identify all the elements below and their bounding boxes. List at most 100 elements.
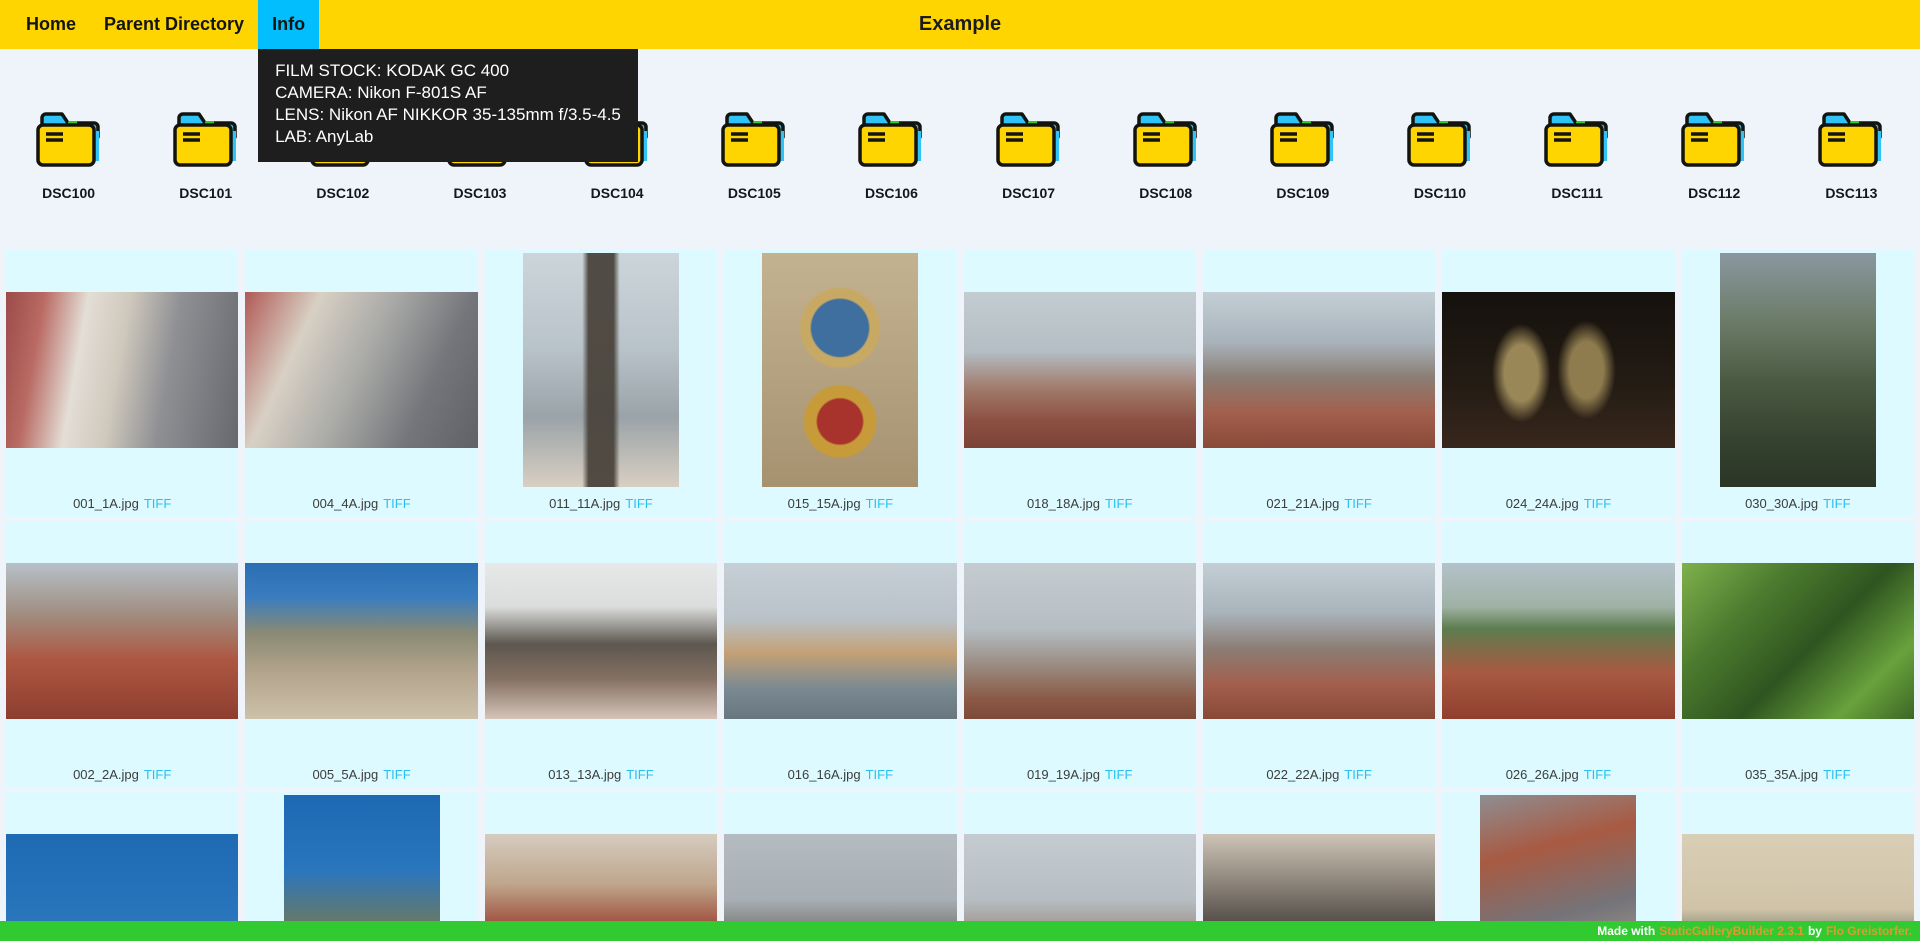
tiff-link[interactable]: TIFF — [144, 496, 171, 511]
folder-item-dsc110[interactable]: DSC110 — [1371, 105, 1508, 201]
photo-filename-link[interactable]: 011_11A.jpg — [549, 496, 620, 511]
tiff-link[interactable]: TIFF — [383, 496, 410, 511]
folder-item-dsc105[interactable]: DSC105 — [686, 105, 823, 201]
folder-item-dsc101[interactable]: DSC101 — [137, 105, 274, 201]
folder-label: DSC111 — [1551, 185, 1602, 201]
photo-caption: 004_4A.jpg TIFF — [312, 490, 410, 517]
gallery-cell: 024_24A.jpg TIFF — [1442, 250, 1674, 517]
folder-label: DSC103 — [454, 185, 507, 201]
folder-item-dsc100[interactable]: DSC100 — [0, 105, 137, 201]
folder-item-dsc106[interactable]: DSC106 — [823, 105, 960, 201]
folder-item-dsc108[interactable]: DSC108 — [1097, 105, 1234, 201]
gallery-cell: 013_13A.jpg TIFF — [485, 521, 717, 788]
folder-icon — [1268, 105, 1338, 171]
folder-label: DSC113 — [1825, 185, 1877, 201]
photo-thumbnail[interactable] — [1203, 563, 1435, 719]
photo-thumbnail[interactable] — [485, 563, 717, 719]
gallery-cell — [1203, 792, 1435, 941]
folder-icon — [856, 105, 926, 171]
photo-filename-link[interactable]: 004_4A.jpg — [312, 496, 378, 511]
folder-label: DSC101 — [179, 185, 232, 201]
photo-thumbnail[interactable] — [245, 563, 477, 719]
footer-author-link[interactable]: Flo Greistorfer. — [1826, 924, 1912, 938]
photo-filename-link[interactable]: 021_21A.jpg — [1266, 496, 1339, 511]
tiff-link[interactable]: TIFF — [383, 767, 410, 782]
thumbnail-area — [245, 521, 477, 761]
folder-label: DSC112 — [1688, 185, 1740, 201]
photo-thumbnail[interactable] — [1720, 253, 1876, 487]
nav-item-parent-directory[interactable]: Parent Directory — [90, 0, 258, 49]
photo-thumbnail[interactable] — [284, 795, 440, 941]
folder-item-dsc113[interactable]: DSC113 — [1783, 105, 1920, 201]
photo-filename-link[interactable]: 002_2A.jpg — [73, 767, 139, 782]
folder-item-dsc112[interactable]: DSC112 — [1646, 105, 1783, 201]
nav-item-info-label: Info — [272, 14, 305, 35]
top-nav-bar: Home Parent Directory Info FILM STOCK: K… — [0, 0, 1920, 49]
photo-filename-link[interactable]: 035_35A.jpg — [1745, 767, 1818, 782]
photo-thumbnail[interactable] — [762, 253, 918, 487]
photo-filename-link[interactable]: 022_22A.jpg — [1266, 767, 1339, 782]
photo-filename-link[interactable]: 001_1A.jpg — [73, 496, 139, 511]
photo-thumbnail[interactable] — [6, 292, 238, 448]
photo-filename-link[interactable]: 013_13A.jpg — [548, 767, 621, 782]
thumbnail-area — [245, 792, 477, 941]
nav-item-info[interactable]: Info FILM STOCK: KODAK GC 400 CAMERA: Ni… — [258, 0, 319, 49]
gallery-cell — [6, 792, 238, 941]
folder-item-dsc111[interactable]: DSC111 — [1509, 105, 1646, 201]
tiff-link[interactable]: TIFF — [1823, 767, 1850, 782]
photo-thumbnail[interactable] — [1682, 563, 1914, 719]
photo-thumbnail[interactable] — [964, 563, 1196, 719]
tiff-link[interactable]: TIFF — [866, 496, 893, 511]
folder-icon — [1131, 105, 1201, 171]
photo-thumbnail[interactable] — [724, 563, 956, 719]
tiff-link[interactable]: TIFF — [626, 767, 653, 782]
photo-caption: 035_35A.jpg TIFF — [1745, 761, 1850, 788]
tiff-link[interactable]: TIFF — [144, 767, 171, 782]
nav-item-home[interactable]: Home — [12, 0, 90, 49]
photo-thumbnail[interactable] — [1203, 292, 1435, 448]
footer-builder-link[interactable]: StaticGalleryBuilder 2.3.1 — [1659, 924, 1804, 938]
thumbnail-area — [485, 521, 717, 761]
photo-thumbnail[interactable] — [1480, 795, 1636, 941]
photo-thumbnail[interactable] — [6, 563, 238, 719]
photo-filename-link[interactable]: 024_24A.jpg — [1506, 496, 1579, 511]
thumbnail-area — [6, 521, 238, 761]
gallery-grid: 001_1A.jpg TIFF 004_4A.jpg TIFF 011_11A.… — [0, 250, 1920, 941]
photo-thumbnail[interactable] — [523, 253, 679, 487]
photo-caption: 019_19A.jpg TIFF — [1027, 761, 1132, 788]
photo-thumbnail[interactable] — [1442, 292, 1674, 448]
gallery-cell: 019_19A.jpg TIFF — [964, 521, 1196, 788]
folder-item-dsc109[interactable]: DSC109 — [1234, 105, 1371, 201]
photo-filename-link[interactable]: 005_5A.jpg — [312, 767, 378, 782]
gallery-cell: 030_30A.jpg TIFF — [1682, 250, 1914, 517]
thumbnail-area — [485, 792, 717, 941]
photo-filename-link[interactable]: 019_19A.jpg — [1027, 767, 1100, 782]
photo-filename-link[interactable]: 030_30A.jpg — [1745, 496, 1818, 511]
photo-caption: 022_22A.jpg TIFF — [1266, 761, 1371, 788]
photo-thumbnail[interactable] — [1442, 563, 1674, 719]
nav-item-parent-directory-label: Parent Directory — [104, 14, 244, 35]
tiff-link[interactable]: TIFF — [1584, 767, 1611, 782]
tiff-link[interactable]: TIFF — [1344, 767, 1371, 782]
info-tooltip: FILM STOCK: KODAK GC 400 CAMERA: Nikon F… — [258, 49, 638, 162]
photo-caption: 011_11A.jpg TIFF — [549, 490, 653, 517]
photo-thumbnail[interactable] — [964, 292, 1196, 448]
photo-filename-link[interactable]: 016_16A.jpg — [788, 767, 861, 782]
photo-filename-link[interactable]: 018_18A.jpg — [1027, 496, 1100, 511]
tiff-link[interactable]: TIFF — [625, 496, 652, 511]
gallery-cell: 026_26A.jpg TIFF — [1442, 521, 1674, 788]
folder-item-dsc107[interactable]: DSC107 — [960, 105, 1097, 201]
gallery-cell: 005_5A.jpg TIFF — [245, 521, 477, 788]
tiff-link[interactable]: TIFF — [1823, 496, 1850, 511]
thumbnail-area — [1203, 250, 1435, 490]
thumbnail-area — [1682, 792, 1914, 941]
tiff-link[interactable]: TIFF — [866, 767, 893, 782]
tiff-link[interactable]: TIFF — [1344, 496, 1371, 511]
tiff-link[interactable]: TIFF — [1105, 767, 1132, 782]
photo-thumbnail[interactable] — [245, 292, 477, 448]
photo-filename-link[interactable]: 015_15A.jpg — [788, 496, 861, 511]
tiff-link[interactable]: TIFF — [1105, 496, 1132, 511]
tiff-link[interactable]: TIFF — [1584, 496, 1611, 511]
gallery-cell: 021_21A.jpg TIFF — [1203, 250, 1435, 517]
photo-filename-link[interactable]: 026_26A.jpg — [1506, 767, 1579, 782]
